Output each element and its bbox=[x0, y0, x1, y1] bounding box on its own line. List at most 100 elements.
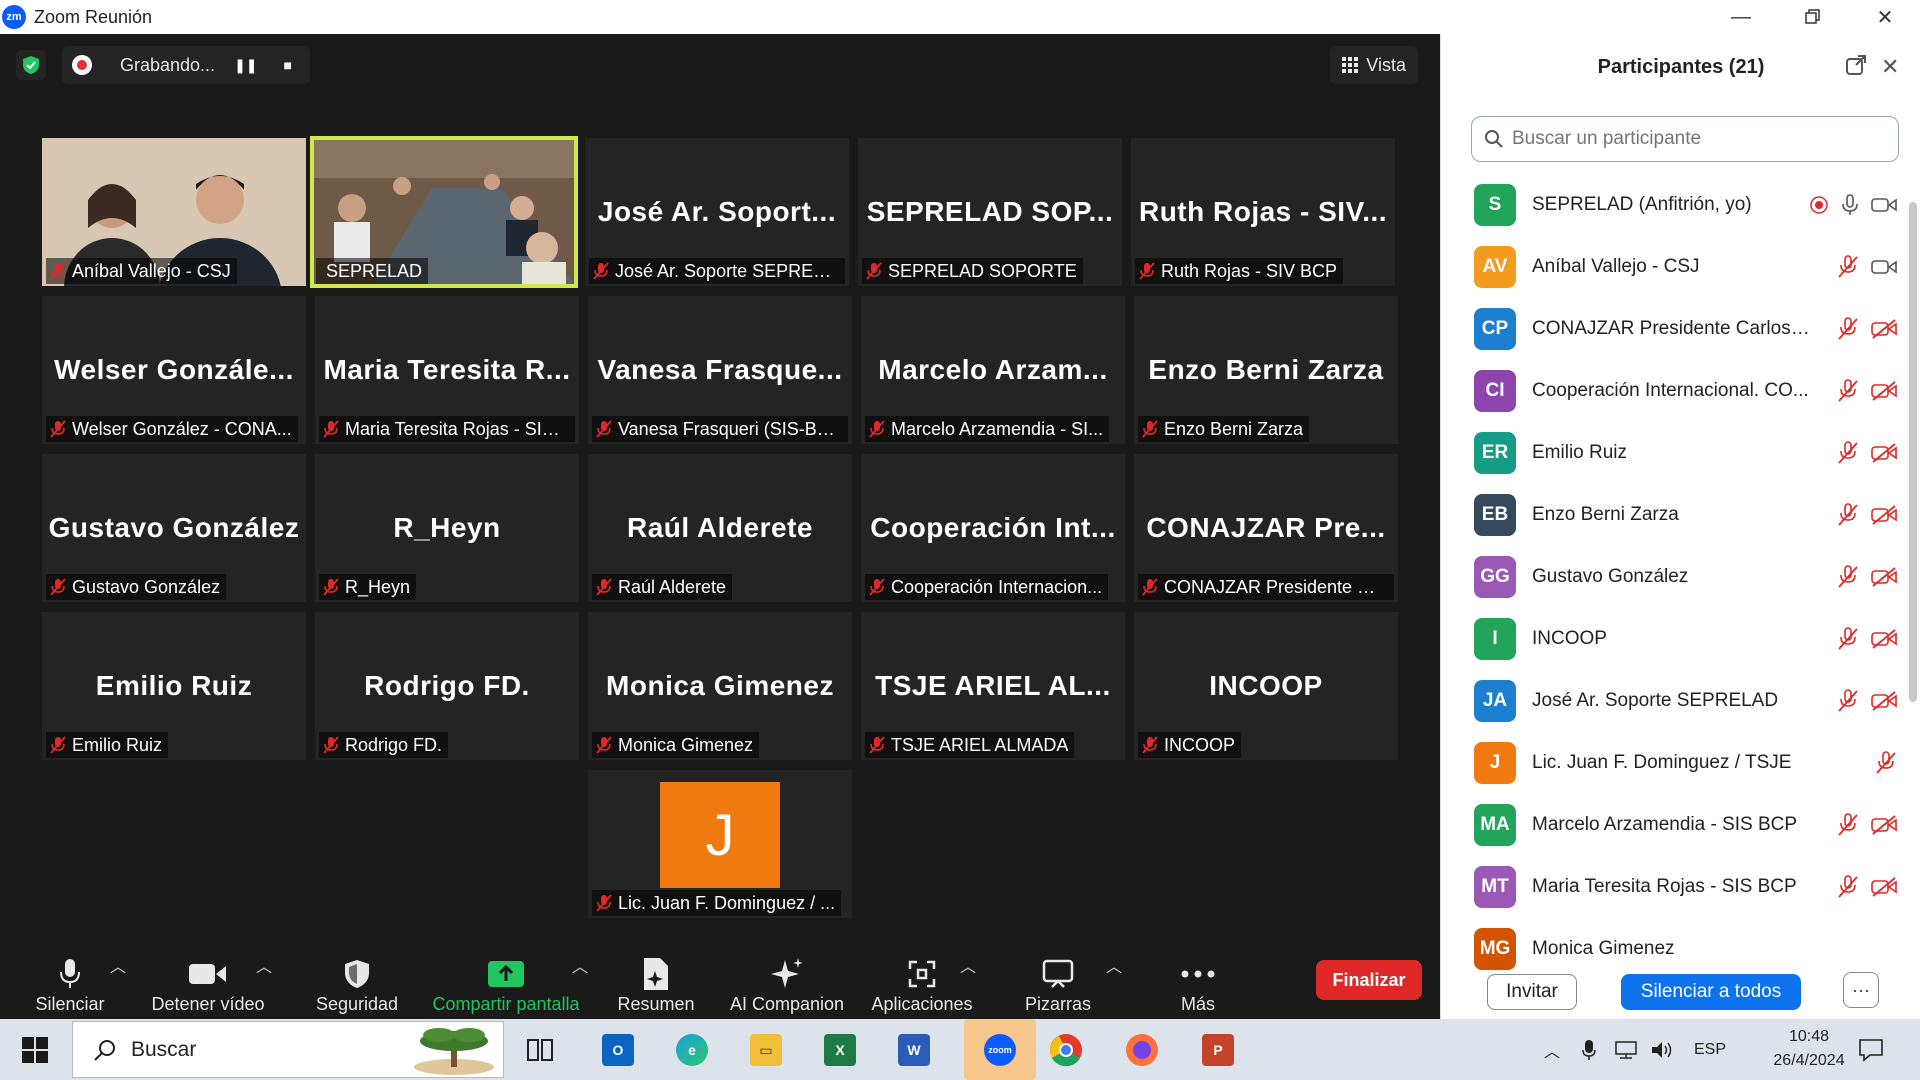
mute-button[interactable]: Silenciar bbox=[30, 945, 110, 1019]
outlook-icon[interactable]: O bbox=[594, 1026, 642, 1074]
video-options-chevron-icon[interactable]: ︿ bbox=[256, 953, 272, 977]
video-tile[interactable]: Aníbal Vallejo - CSJ bbox=[42, 138, 306, 286]
language-indicator[interactable]: ESP bbox=[1694, 1019, 1726, 1080]
video-off-icon bbox=[1871, 319, 1897, 339]
participant-row[interactable]: CI Cooperación Internacional. CO... bbox=[1441, 360, 1907, 422]
close-window-button[interactable]: ✕ bbox=[1850, 0, 1920, 34]
search-icon bbox=[94, 1039, 115, 1061]
ai-companion-button[interactable]: AI Companion bbox=[726, 945, 848, 1019]
video-tile[interactable]: CONAJZAR Pre... CONAJZAR Presidente Ca..… bbox=[1134, 454, 1398, 602]
video-tile[interactable]: SEPRELAD SOP... SEPRELAD SOPORTE bbox=[858, 138, 1122, 286]
participant-row[interactable]: MT Maria Teresita Rojas - SIS BCP bbox=[1441, 856, 1907, 918]
windows-start-icon[interactable] bbox=[22, 1037, 48, 1068]
taskbar-search[interactable]: Buscar bbox=[72, 1021, 504, 1078]
video-tile[interactable]: Raúl Alderete Raúl Alderete bbox=[588, 454, 852, 602]
file-explorer-icon[interactable]: ▭ bbox=[742, 1026, 790, 1074]
mic-off-icon bbox=[1838, 379, 1858, 402]
restore-button[interactable] bbox=[1778, 0, 1848, 34]
whiteboard-options-chevron-icon[interactable]: ︿ bbox=[1106, 953, 1122, 977]
stop-video-button[interactable]: Detener vídeo bbox=[146, 945, 270, 1019]
invite-button[interactable]: Invitar bbox=[1487, 974, 1577, 1010]
apps-options-chevron-icon[interactable]: ︿ bbox=[960, 953, 976, 977]
video-tile[interactable]: Ruth Rojas - SIV... Ruth Rojas - SIV BCP bbox=[1131, 138, 1395, 286]
video-tile[interactable]: Gustavo González Gustavo González bbox=[42, 454, 306, 602]
participant-row[interactable]: GG Gustavo González bbox=[1441, 546, 1907, 608]
participant-name: Gustavo González bbox=[1532, 566, 1689, 587]
network-icon[interactable] bbox=[1614, 1019, 1638, 1080]
share-options-chevron-icon[interactable]: ︿ bbox=[572, 953, 588, 977]
video-tile[interactable]: Rodrigo FD. Rodrigo FD. bbox=[315, 612, 579, 760]
zoom-taskbar-icon[interactable]: zoom bbox=[964, 1019, 1036, 1080]
mic-off-icon bbox=[1838, 441, 1858, 464]
firefox-icon[interactable] bbox=[1118, 1026, 1166, 1074]
search-input[interactable] bbox=[1512, 128, 1872, 150]
tile-display-name: Maria Teresita R... bbox=[323, 354, 571, 385]
close-panel-icon[interactable]: ✕ bbox=[1881, 54, 1899, 80]
audio-options-chevron-icon[interactable]: ︿ bbox=[110, 953, 126, 977]
participant-row[interactable]: EB Enzo Berni Zarza bbox=[1441, 484, 1907, 546]
video-tile[interactable]: R_Heyn R_Heyn bbox=[315, 454, 579, 602]
participant-row[interactable]: MA Marcelo Arzamendia - SIS BCP bbox=[1441, 794, 1907, 856]
participant-row[interactable]: I INCOOP bbox=[1441, 608, 1907, 670]
video-tile[interactable]: Cooperación Int... Cooperación Internaci… bbox=[861, 454, 1125, 602]
chrome-icon[interactable] bbox=[1042, 1026, 1090, 1074]
video-tile[interactable]: Emilio Ruiz Emilio Ruiz bbox=[42, 612, 306, 760]
participant-row[interactable]: ER Emilio Ruiz bbox=[1441, 422, 1907, 484]
view-button[interactable]: Vista bbox=[1330, 46, 1418, 84]
participant-row[interactable]: CP CONAJZAR Presidente Carlos Li... bbox=[1441, 298, 1907, 360]
video-tile[interactable]: Welser Gonzále... Welser González - CONA… bbox=[42, 296, 306, 444]
video-tile[interactable]: TSJE ARIEL AL... TSJE ARIEL ALMADA bbox=[861, 612, 1125, 760]
participant-row[interactable]: JA José Ar. Soporte SEPRELAD bbox=[1441, 670, 1907, 732]
video-tile[interactable]: J Lic. Juan F. Dominguez / ... bbox=[588, 770, 852, 918]
whiteboards-button[interactable]: Pizarras bbox=[1020, 945, 1096, 1019]
microphone-tray-icon[interactable] bbox=[1582, 1019, 1596, 1080]
end-meeting-button[interactable]: Finalizar bbox=[1316, 960, 1422, 1000]
avatar: S bbox=[1474, 184, 1516, 226]
task-view-icon[interactable] bbox=[516, 1026, 564, 1074]
apps-button[interactable]: Aplicaciones bbox=[870, 945, 974, 1019]
video-tile[interactable]: José Ar. Soport... José Ar. Soporte SEPR… bbox=[585, 138, 849, 286]
search-box[interactable] bbox=[1471, 116, 1899, 162]
summary-button[interactable]: Resumen bbox=[612, 945, 700, 1019]
volume-icon[interactable] bbox=[1650, 1019, 1674, 1080]
excel-icon[interactable]: X bbox=[816, 1026, 864, 1074]
video-camera-icon bbox=[1871, 198, 1897, 212]
video-tile[interactable]: Marcelo Arzam... Marcelo Arzamendia - SI… bbox=[861, 296, 1125, 444]
mic-off-icon bbox=[50, 736, 66, 754]
pause-recording-button[interactable]: ❚❚ bbox=[234, 57, 257, 74]
video-tile-active-speaker[interactable]: SEPRELAD bbox=[310, 136, 578, 288]
panel-more-button[interactable]: ··· bbox=[1843, 972, 1879, 1008]
video-tile[interactable]: INCOOP INCOOP bbox=[1134, 612, 1398, 760]
security-button[interactable]: Seguridad bbox=[310, 945, 404, 1019]
popout-icon[interactable] bbox=[1845, 54, 1867, 82]
more-dots-icon bbox=[1181, 970, 1215, 978]
video-tile[interactable]: Maria Teresita R... Maria Teresita Rojas… bbox=[315, 296, 579, 444]
participant-row[interactable]: AV Aníbal Vallejo - CSJ bbox=[1441, 236, 1907, 298]
video-tile[interactable]: Vanesa Frasque... Vanesa Frasqueri (SIS-… bbox=[588, 296, 852, 444]
share-screen-button[interactable]: Compartir pantalla bbox=[428, 945, 584, 1019]
notifications-icon[interactable] bbox=[1858, 1019, 1884, 1080]
more-button[interactable]: Más bbox=[1170, 945, 1226, 1019]
tile-name-label: Marcelo Arzamendia - SI... bbox=[865, 416, 1110, 442]
video-tile[interactable]: Monica Gimenez Monica Gimenez bbox=[588, 612, 852, 760]
participant-row[interactable]: S SEPRELAD (Anfitrión, yo) bbox=[1441, 174, 1907, 236]
edge-icon[interactable]: e bbox=[668, 1026, 716, 1074]
word-icon[interactable]: W bbox=[890, 1026, 938, 1074]
mute-all-button[interactable]: Silenciar a todos bbox=[1621, 974, 1801, 1010]
minimize-button[interactable]: — bbox=[1706, 0, 1776, 34]
avatar: JA bbox=[1474, 680, 1516, 722]
mic-off-icon bbox=[1142, 420, 1158, 438]
mic-off-icon bbox=[323, 420, 339, 438]
taskbar-clock[interactable]: 10:48 26/4/2024 bbox=[1754, 1025, 1864, 1073]
mic-off-icon bbox=[1838, 317, 1858, 340]
video-off-icon bbox=[1871, 815, 1897, 835]
participant-list-scrollbar[interactable] bbox=[1909, 202, 1917, 702]
participant-row[interactable]: J Lic. Juan F. Dominguez / TSJE bbox=[1441, 732, 1907, 794]
search-highlight-tree-icon bbox=[414, 1028, 494, 1075]
powerpoint-icon[interactable]: P bbox=[1194, 1026, 1242, 1074]
tile-display-name: Emilio Ruiz bbox=[95, 670, 253, 701]
video-tile[interactable]: Enzo Berni Zarza Enzo Berni Zarza bbox=[1134, 296, 1398, 444]
encryption-shield-icon[interactable] bbox=[16, 50, 46, 80]
show-hidden-icons-chevron-icon[interactable]: ︿ bbox=[1544, 1019, 1560, 1080]
stop-recording-button[interactable]: ■ bbox=[284, 57, 292, 74]
